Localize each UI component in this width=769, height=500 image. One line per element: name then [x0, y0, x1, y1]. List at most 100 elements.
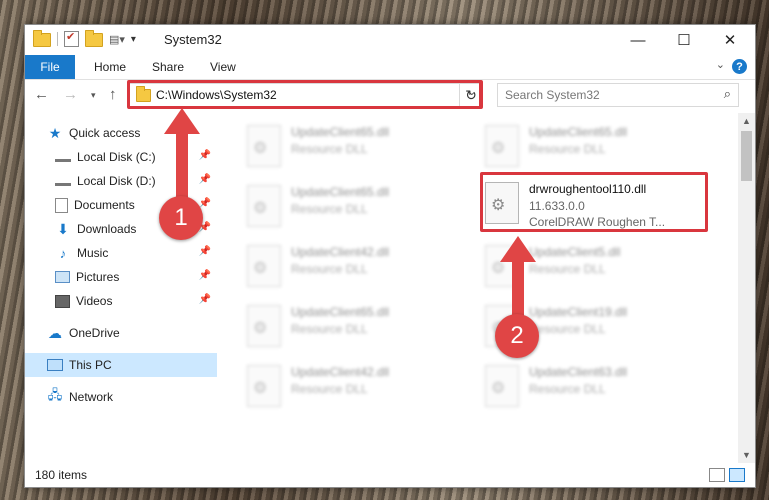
list-item[interactable]: UpdateClient65.dll Resource DLL — [247, 303, 467, 353]
scroll-up-icon[interactable]: ▲ — [742, 116, 751, 126]
tab-home[interactable]: Home — [94, 60, 126, 74]
cloud-icon: ☁ — [48, 324, 62, 341]
pin-icon[interactable]: 📌 — [199, 294, 211, 305]
search-icon: ⌕ — [723, 86, 731, 101]
star-icon: ★ — [48, 124, 62, 141]
maximize-button[interactable]: ☐ — [661, 25, 707, 55]
list-item[interactable]: UpdateClient42.dll Resource DLL — [247, 363, 467, 413]
arrow-1 — [164, 108, 200, 208]
list-item[interactable]: UpdateClient42.dll Resource DLL — [247, 243, 467, 293]
sidebar-item-videos[interactable]: Videos 📌 — [25, 289, 217, 313]
dll-file-icon — [247, 185, 281, 227]
file-name: UpdateClient19.dll — [529, 305, 628, 319]
pin-icon[interactable]: 📌 — [199, 270, 211, 281]
drive-icon — [55, 153, 71, 162]
up-arrow-icon[interactable]: ↑ — [109, 86, 117, 103]
file-type: Resource DLL — [291, 322, 368, 336]
tab-view[interactable]: View — [210, 60, 236, 74]
toolbar-dropdown-icon[interactable]: ▾ — [131, 34, 136, 45]
sidebar-item-label: Music — [77, 246, 109, 260]
sidebar-item-label: Videos — [76, 294, 113, 308]
network-icon: 🖧 — [47, 387, 63, 402]
arrow-2-shape — [500, 236, 536, 326]
search-box[interactable]: Search System32 ⌕ — [497, 83, 739, 107]
item-count: 180 items — [35, 468, 88, 482]
new-folder-icon[interactable] — [85, 30, 103, 47]
dll-file-icon — [485, 125, 519, 167]
file-name: UpdateClient42.dll — [291, 245, 390, 259]
large-icons-view-icon[interactable] — [729, 468, 745, 482]
quick-access-toolbar: ▤▾ ▾ — [33, 30, 136, 47]
list-item[interactable]: UpdateClient65.dll Resource DLL — [247, 123, 467, 173]
dll-file-icon — [485, 365, 519, 407]
ribbon: File Home Share View ⌄ ? — [25, 55, 755, 80]
file-name: UpdateClient63.dll — [529, 365, 628, 379]
file-type: Resource DLL — [529, 322, 606, 336]
music-icon: ♪ — [59, 245, 67, 261]
title-bar: ▤▾ ▾ System32 — ☐ ✕ — [25, 25, 755, 55]
folder-icon — [33, 30, 51, 47]
sidebar-item-this-pc[interactable]: This PC — [25, 353, 217, 377]
forward-arrow-icon[interactable]: → — [63, 86, 78, 103]
file-type: Resource DLL — [291, 142, 368, 156]
sidebar-item-label: This PC — [69, 358, 112, 372]
file-type: Resource DLL — [529, 262, 606, 276]
download-icon: ⬇ — [57, 220, 69, 237]
sidebar-item-onedrive[interactable]: ☁ OneDrive — [25, 321, 217, 345]
dll-file-icon — [247, 365, 281, 407]
file-type: Resource DLL — [291, 262, 368, 276]
list-item[interactable]: UpdateClient65.dll Resource DLL — [247, 183, 467, 233]
sidebar-item-music[interactable]: ♪ Music 📌 — [25, 241, 217, 265]
sidebar-item-label: Downloads — [77, 222, 137, 236]
pictures-icon — [55, 271, 70, 283]
status-bar: 180 items — [25, 463, 755, 487]
dll-file-icon — [247, 305, 281, 347]
step-marker-2: 2 — [495, 314, 539, 358]
back-arrow-icon[interactable]: ← — [34, 86, 49, 103]
computer-icon — [47, 359, 63, 371]
file-type: Resource DLL — [291, 202, 368, 216]
list-item[interactable]: UpdateClient63.dll Resource DLL — [485, 363, 705, 413]
file-name: UpdateClient65.dll — [291, 305, 390, 319]
toolbar-separator — [57, 32, 58, 46]
sidebar-item-label: Network — [69, 390, 114, 404]
arrow-2 — [500, 236, 536, 326]
refresh-highlight-box — [456, 80, 482, 109]
properties-icon[interactable] — [64, 30, 79, 47]
customize-toolbar-icon[interactable]: ▤▾ — [109, 33, 125, 46]
close-button[interactable]: ✕ — [707, 25, 753, 55]
sidebar-item-label: Quick access — [69, 126, 141, 140]
file-name: UpdateClient5.dll — [529, 245, 621, 259]
videos-icon — [55, 294, 70, 308]
minimize-button[interactable]: — — [615, 25, 661, 55]
file-type: Resource DLL — [529, 142, 606, 156]
documents-icon — [55, 197, 68, 213]
vertical-scrollbar[interactable]: ▲ ▼ — [738, 113, 755, 463]
details-view-icon[interactable] — [709, 468, 725, 482]
sidebar-item-label: Local Disk (D:) — [77, 174, 156, 188]
pin-icon[interactable]: 📌 — [199, 246, 211, 257]
tab-file[interactable]: File — [25, 55, 75, 79]
recent-locations-icon[interactable]: ▾ — [91, 90, 96, 101]
sidebar-item-network[interactable]: 🖧 Network — [25, 385, 217, 409]
file-type: Resource DLL — [291, 382, 368, 396]
expand-ribbon-icon[interactable]: ⌄ — [716, 58, 725, 71]
scrollbar-thumb[interactable] — [741, 131, 752, 181]
file-name: UpdateClient65.dll — [291, 125, 390, 139]
list-item[interactable]: UpdateClient65.dll Resource DLL — [485, 123, 705, 173]
file-type: Resource DLL — [529, 382, 606, 396]
file-name: UpdateClient42.dll — [291, 365, 390, 379]
file-list: UpdateClient65.dll Resource DLL UpdateCl… — [217, 113, 735, 463]
help-icon[interactable]: ? — [732, 59, 747, 74]
tab-share[interactable]: Share — [152, 60, 184, 74]
navigation-bar: ← → ▾ ↑ C:\Windows\System32 ⌄ ↻ Search S… — [25, 80, 755, 112]
file-explorer-window: ▤▾ ▾ System32 — ☐ ✕ File Home Share View… — [24, 24, 756, 488]
sidebar-item-label: Pictures — [76, 270, 120, 284]
drive-icon — [55, 177, 71, 186]
search-input[interactable]: Search System32 — [505, 88, 600, 102]
sidebar-item-label: OneDrive — [69, 326, 120, 340]
scroll-down-icon[interactable]: ▼ — [742, 450, 751, 460]
dll-file-icon — [247, 245, 281, 287]
sidebar-item-pictures[interactable]: Pictures 📌 — [25, 265, 217, 289]
window-title: System32 — [164, 32, 222, 47]
